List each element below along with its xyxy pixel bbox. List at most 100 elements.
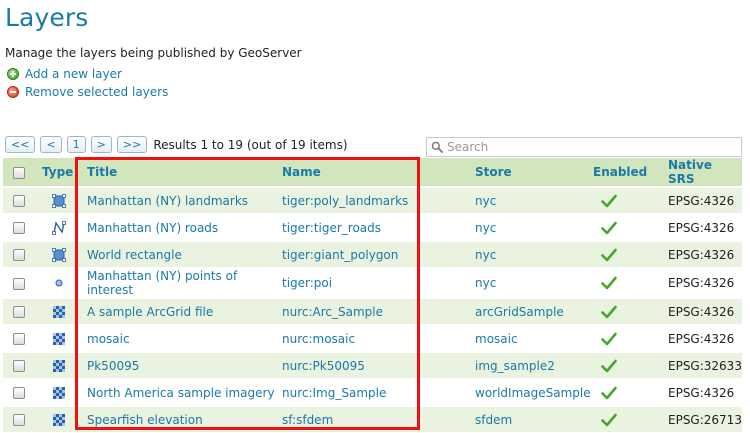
row-enabled-cell [591,378,654,406]
next-page-button[interactable]: > [90,136,112,153]
enabled-check-icon [599,358,617,373]
header-title[interactable]: Title [83,158,278,188]
add-layer-link[interactable]: Add a new layer [7,67,122,81]
row-store-link[interactable]: nyc [471,240,591,268]
page-title: Layers [5,3,89,32]
row-name-link[interactable]: tiger:poly_landmarks [278,186,471,214]
row-checkbox[interactable] [13,249,25,261]
row-srs: EPSG:4326 [654,378,742,406]
remove-layers-link[interactable]: Remove selected layers [7,85,168,99]
header-select-all[interactable] [3,158,35,188]
raster-layer-icon [51,331,67,345]
row-enabled-cell [591,405,654,432]
row-enabled-cell [591,324,654,352]
raster-layer-icon [51,385,67,399]
row-name-link[interactable]: tiger:tiger_roads [278,213,471,241]
row-select-cell [3,405,35,432]
raster-layer-icon [51,412,67,426]
raster-layer-icon [51,304,67,318]
header-native-srs[interactable]: Native SRS [654,158,742,188]
add-icon [7,68,19,80]
row-select-cell [3,378,35,406]
header-enabled[interactable]: Enabled [591,158,654,188]
raster-layer-icon [51,358,67,372]
table-row: A sample ArcGrid file nurc:Arc_Sample arcG… [3,297,742,325]
row-title-link[interactable]: mosaic [83,324,278,352]
results-count: Results 1 to 19 (out of 19 items) [153,137,348,152]
row-srs: EPSG:4326 [654,267,742,298]
search-box [426,137,742,157]
row-type-cell [35,213,83,241]
search-input[interactable] [443,140,727,154]
first-page-button[interactable]: << [5,136,36,153]
select-all-checkbox[interactable] [13,166,25,179]
row-srs: EPSG:4326 [654,297,742,325]
row-checkbox[interactable] [13,277,25,290]
row-enabled-cell [591,213,654,241]
row-store-link[interactable]: nyc [471,186,591,214]
table-row: Pk50095 nurc:Pk50095 img_sample2 EPSG:32633 [3,351,742,379]
header-store[interactable]: Store [471,158,591,188]
table-row: Spearfish elevation sf:sfdem sfdem EPSG:267… [3,405,742,432]
row-store-link[interactable]: img_sample2 [471,351,591,379]
enabled-check-icon [599,247,617,262]
table-header-row: Type Title Name Store Enabled Native SRS [3,158,742,188]
enabled-check-icon [599,385,617,400]
table-row: Manhattan (NY) landmarks tiger:poly_landm… [3,186,742,214]
row-select-cell [3,351,35,379]
row-checkbox[interactable] [13,222,25,234]
row-type-cell [35,240,83,268]
row-checkbox[interactable] [13,195,25,207]
row-name-link[interactable]: sf:sfdem [278,405,471,432]
prev-page-button[interactable]: < [40,136,62,153]
page-1-button[interactable]: 1 [66,136,86,153]
row-store-link[interactable]: mosaic [471,324,591,352]
row-checkbox[interactable] [13,306,25,318]
row-title-link[interactable]: North America sample imagery [83,378,278,406]
add-layer-label: Add a new layer [25,67,122,81]
row-checkbox[interactable] [13,360,25,372]
remove-layers-label: Remove selected layers [25,85,169,99]
enabled-check-icon [599,276,617,290]
row-checkbox[interactable] [13,333,25,345]
row-name-link[interactable]: nurc:Pk50095 [278,351,471,379]
row-title-link[interactable]: A sample ArcGrid file [83,297,278,325]
row-checkbox[interactable] [13,387,25,399]
row-name-link[interactable]: nurc:Arc_Sample [278,297,471,325]
enabled-check-icon [599,304,617,319]
row-store-link[interactable]: nyc [471,213,591,241]
row-store-link[interactable]: worldImageSample [471,378,591,406]
row-enabled-cell [591,186,654,214]
row-enabled-cell [591,267,654,298]
row-srs: EPSG:4326 [654,324,742,352]
row-name-link[interactable]: tiger:giant_polygon [278,240,471,268]
row-type-cell [35,378,83,406]
header-name[interactable]: Name [278,158,471,188]
row-title-link[interactable]: Spearfish elevation [83,405,278,432]
row-title-link[interactable]: Manhattan (NY) roads [83,213,278,241]
row-type-cell [35,405,83,432]
row-title-link[interactable]: Pk50095 [83,351,278,379]
row-name-link[interactable]: nurc:Img_Sample [278,378,471,406]
row-checkbox[interactable] [13,414,25,426]
row-store-link[interactable]: sfdem [471,405,591,432]
enabled-check-icon [599,220,617,235]
row-name-link[interactable]: tiger:poi [278,267,471,298]
header-type[interactable]: Type [35,158,83,188]
layers-page: Layers Manage the layers being published… [0,0,750,433]
row-type-cell [35,267,83,298]
row-store-link[interactable]: nyc [471,267,591,298]
row-title-link[interactable]: Manhattan (NY) points of interest [83,267,278,298]
row-select-cell [3,324,35,352]
row-title-link[interactable]: World rectangle [83,240,278,268]
row-type-cell [35,351,83,379]
search-icon [431,141,443,153]
row-title-link[interactable]: Manhattan (NY) landmarks [83,186,278,214]
row-select-cell [3,213,35,241]
row-select-cell [3,240,35,268]
row-name-link[interactable]: nurc:mosaic [278,324,471,352]
row-srs: EPSG:4326 [654,240,742,268]
enabled-check-icon [599,412,617,427]
last-page-button[interactable]: >> [116,136,148,153]
row-store-link[interactable]: arcGridSample [471,297,591,325]
